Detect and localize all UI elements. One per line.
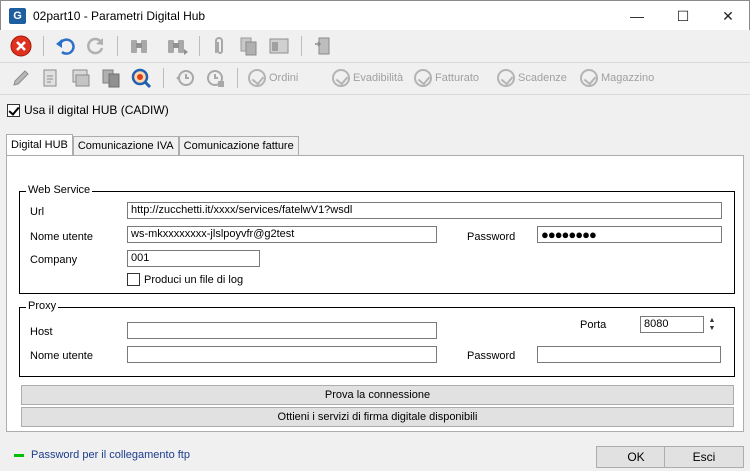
list-document-icon[interactable] [70, 67, 92, 89]
web-service-group: Web Service Url http://zucchetti.it/xxxx… [19, 184, 735, 294]
evadibilita-icon [332, 69, 350, 87]
paperclip-icon[interactable] [208, 35, 230, 57]
ordini-label: Ordini [269, 72, 299, 84]
status-message: Password per il collegamento ftp [31, 449, 190, 461]
secondary-toolbar: Ordini Evadibilità Fatturato Scadenze Ma… [0, 63, 750, 93]
fatturato-icon [414, 69, 432, 87]
log-file-check-box[interactable] [127, 273, 140, 286]
spin-up-icon[interactable]: ▲ [707, 317, 717, 325]
proxy-password-label: Password [467, 350, 516, 362]
url-field[interactable]: http://zucchetti.it/xxxx/services/fatelw… [127, 202, 722, 219]
tab-comunicazione-fatture[interactable]: Comunicazione fatture [178, 136, 299, 156]
url-label: Url [30, 206, 45, 218]
nome-utente-label: Nome utente [30, 231, 93, 243]
company-label: Company [30, 254, 78, 266]
porta-spinner[interactable]: ▲ ▼ [707, 317, 717, 333]
close-red-icon[interactable] [10, 35, 32, 57]
usa-hub-checkbox[interactable]: Usa il digital HUB (CADIW) [7, 103, 169, 117]
proxy-nome-utente-field[interactable] [127, 346, 437, 363]
nome-utente-field[interactable]: ws-mkxxxxxxxx-jlslpoyvfr@g2test [127, 226, 437, 243]
log-file-checkbox[interactable]: Produci un file di log [127, 273, 243, 286]
host-label: Host [30, 326, 53, 338]
scadenze-icon [497, 69, 515, 87]
proxy-group: Proxy Host Porta 8080 ▲ ▼ Nome utente Pa… [19, 300, 735, 377]
porta-field[interactable]: 8080 [640, 316, 704, 333]
refresh-icon[interactable] [84, 35, 106, 57]
copy-icon[interactable] [100, 67, 122, 89]
company-field[interactable]: 001 [127, 250, 260, 267]
evadibilita-button[interactable]: Evadibilità [332, 67, 403, 89]
status-bar: Password per il collegamento ftp OK Esci [0, 443, 750, 471]
log-file-label: Produci un file di log [144, 273, 244, 286]
tab-strip: Digital HUB Comunicazione IVA Comunicazi… [6, 134, 299, 156]
esci-button[interactable]: Esci [664, 446, 744, 468]
fatturato-button[interactable]: Fatturato [414, 67, 479, 89]
pencil-icon[interactable] [10, 67, 32, 89]
maximize-button[interactable]: ☐ [660, 1, 706, 31]
history-back-icon[interactable] [174, 67, 196, 89]
undo-icon[interactable] [54, 35, 76, 57]
proxy-nome-utente-label: Nome utente [30, 350, 93, 362]
fatturato-label: Fatturato [435, 72, 480, 84]
search-magnifier-icon[interactable] [130, 67, 152, 89]
history-forward-icon[interactable] [204, 67, 226, 89]
usa-hub-label: Usa il digital HUB (CADIW) [24, 103, 169, 117]
app-icon: G [9, 8, 26, 24]
documents-icon[interactable] [238, 35, 260, 57]
main-toolbar [0, 31, 750, 61]
password-label: Password [467, 231, 516, 243]
magazzino-label: Magazzino [601, 72, 655, 84]
ordini-icon [248, 69, 266, 87]
host-field[interactable] [127, 322, 437, 339]
ordini-button[interactable]: Ordini [248, 67, 298, 89]
evadibilita-label: Evadibilità [353, 72, 404, 84]
proxy-password-field[interactable] [537, 346, 721, 363]
layout-icon[interactable] [268, 35, 290, 57]
usa-hub-check-box[interactable] [7, 103, 20, 117]
minimize-button[interactable]: — [614, 1, 660, 31]
window-title: 02part10 - Parametri Digital Hub [33, 9, 206, 23]
password-field[interactable]: ●●●●●●●● [537, 226, 722, 243]
test-connection-button[interactable]: Prova la connessione [21, 385, 734, 405]
tab-comunicazione-iva[interactable]: Comunicazione IVA [72, 136, 179, 156]
close-window-button[interactable]: ✕ [705, 1, 750, 31]
scadenze-label: Scadenze [518, 72, 567, 84]
status-indicator-icon [14, 454, 24, 457]
get-services-button[interactable]: Ottieni i servizi di firma digitale disp… [21, 407, 734, 427]
binoculars-next-icon[interactable] [166, 35, 188, 57]
exit-door-icon[interactable] [312, 35, 334, 57]
magazzino-button[interactable]: Magazzino [580, 67, 654, 89]
scadenze-button[interactable]: Scadenze [497, 67, 567, 89]
binoculars-icon[interactable] [128, 35, 150, 57]
magazzino-icon [580, 69, 598, 87]
web-service-legend: Web Service [26, 184, 93, 196]
proxy-legend: Proxy [26, 300, 59, 312]
digital-hub-panel: Web Service Url http://zucchetti.it/xxxx… [6, 155, 744, 432]
tab-digital-hub[interactable]: Digital HUB [6, 134, 73, 156]
new-document-icon[interactable] [40, 67, 62, 89]
title-bar: G 02part10 - Parametri Digital Hub — ☐ ✕ [0, 0, 750, 30]
porta-label: Porta [580, 319, 607, 331]
spin-down-icon[interactable]: ▼ [707, 325, 717, 333]
